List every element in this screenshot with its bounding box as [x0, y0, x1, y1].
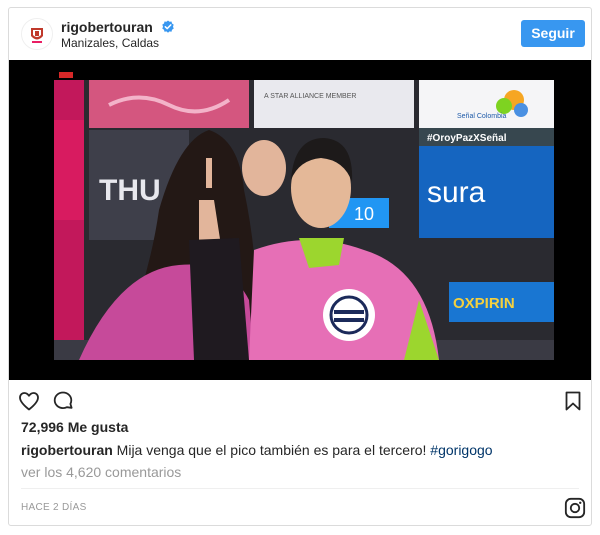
- caption-text: Mija venga que el pico también es para e…: [112, 442, 431, 458]
- post-username[interactable]: rigobertouran: [61, 19, 175, 35]
- follow-button[interactable]: Seguir: [521, 20, 585, 47]
- banner-signal-text: Señal Colombia: [457, 113, 507, 120]
- comment-icon[interactable]: [51, 389, 75, 413]
- instagram-icon[interactable]: [564, 497, 586, 519]
- banner-top-text: A STAR ALLIANCE MEMBER: [264, 93, 356, 100]
- caption-hashtag[interactable]: #gorigogo: [430, 442, 492, 458]
- like-count[interactable]: 72,996 Me gusta: [21, 418, 128, 436]
- post-actions: [9, 389, 591, 415]
- video-player[interactable]: A STAR ALLIANCE MEMBER Señal Colombia #O…: [9, 60, 591, 380]
- video-frame: A STAR ALLIANCE MEMBER Señal Colombia #O…: [9, 60, 591, 380]
- post-location[interactable]: Manizales, Caldas: [61, 36, 159, 50]
- banner-sura-text: sura: [427, 176, 486, 209]
- avatar-logo: [22, 19, 52, 49]
- post-card: rigobertouran Manizales, Caldas Seguir A…: [8, 7, 592, 526]
- caption: rigobertouran Mija venga que el pico tam…: [21, 441, 493, 459]
- caption-username[interactable]: rigobertouran: [21, 442, 113, 458]
- banner-hashtag-text: #OroyPazXSeñal: [427, 133, 507, 144]
- post-timestamp[interactable]: HACE 2 DÍAS: [21, 502, 87, 514]
- banner-oxpirin-text: OXPIRIN: [453, 295, 515, 312]
- divider: [21, 488, 579, 489]
- heart-icon[interactable]: [17, 389, 41, 413]
- banner-number-text: 10: [354, 204, 374, 224]
- username-text[interactable]: rigobertouran: [61, 19, 153, 35]
- view-comments-link[interactable]: ver los 4,620 comentarios: [21, 463, 181, 481]
- banner-thu-text: THU: [99, 174, 161, 207]
- post-header: rigobertouran Manizales, Caldas Seguir: [9, 8, 591, 60]
- verified-icon: [161, 20, 174, 33]
- bookmark-icon[interactable]: [561, 389, 585, 413]
- avatar[interactable]: [21, 18, 53, 50]
